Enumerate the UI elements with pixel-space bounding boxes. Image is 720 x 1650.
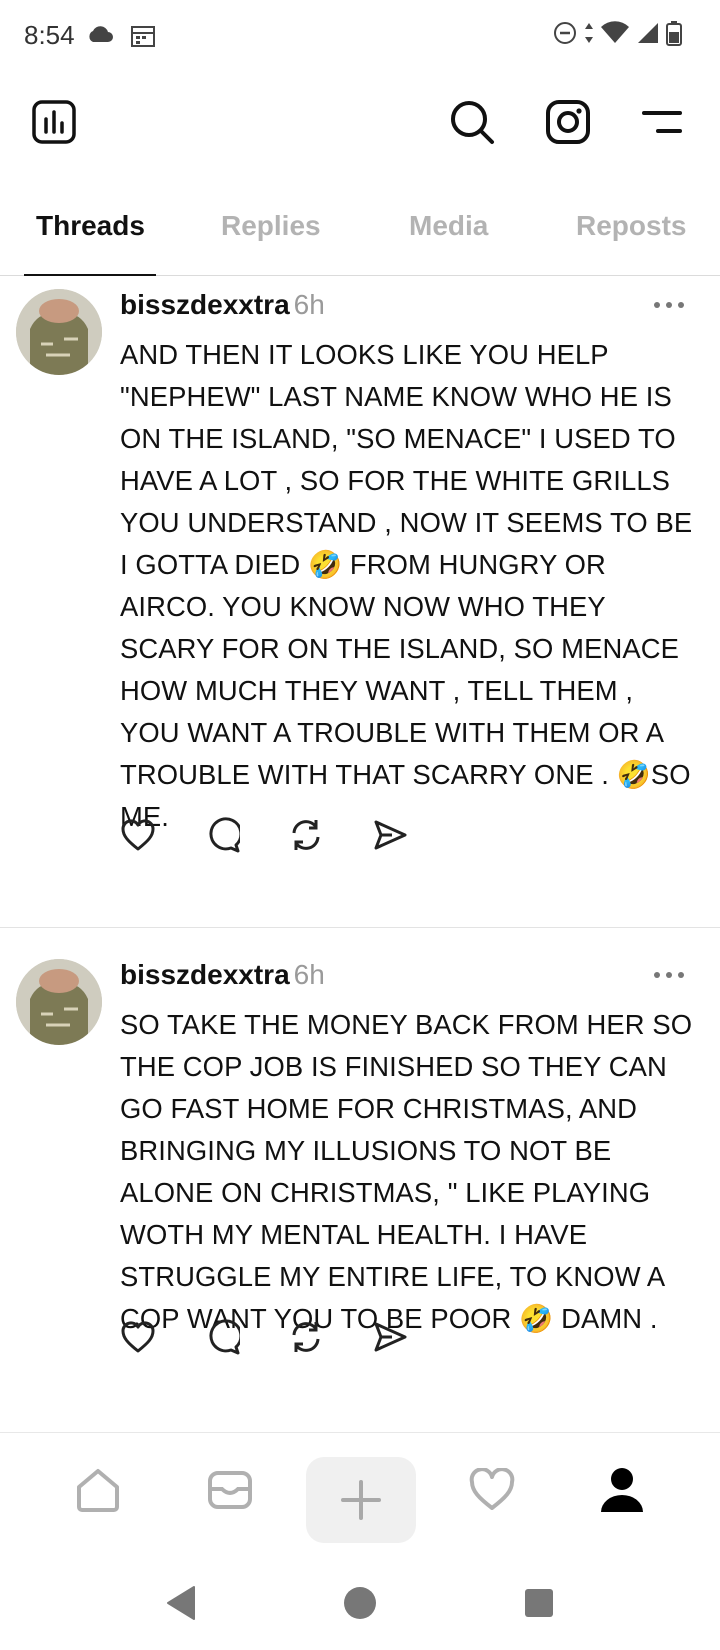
heart-icon[interactable]: [120, 817, 156, 853]
username[interactable]: bisszdexxtra: [120, 959, 290, 990]
activity-icon[interactable]: [452, 1455, 532, 1525]
post-header: bisszdexxtra 6h: [120, 289, 325, 321]
comment-icon[interactable]: [204, 817, 240, 853]
post-divider: [0, 927, 720, 928]
profile-icon[interactable]: [582, 1455, 662, 1525]
thread-post: bisszdexxtra 6h AND THEN IT LOOKS LIKE YO…: [0, 277, 720, 927]
new-thread-icon[interactable]: [306, 1457, 416, 1543]
heart-icon[interactable]: [120, 1319, 156, 1355]
more-options-icon[interactable]: [652, 967, 686, 987]
menu-icon[interactable]: [634, 94, 690, 150]
dnd-icon: [552, 20, 578, 51]
home-icon[interactable]: [58, 1455, 138, 1525]
more-options-icon[interactable]: [652, 297, 686, 317]
profile-tabs: Threads Replies Media Reposts: [0, 196, 720, 276]
data-arrows-icon: [584, 21, 594, 50]
thread-post: bisszdexxtra 6h SO TAKE THE MONEY BACK FR…: [0, 947, 720, 1427]
wifi-icon: [600, 21, 630, 50]
avatar[interactable]: [16, 959, 102, 1045]
system-navigation: [0, 1560, 720, 1650]
instagram-icon[interactable]: [540, 94, 596, 150]
active-tab-indicator: [24, 274, 156, 276]
battery-icon: [666, 20, 682, 51]
search-icon[interactable]: [444, 94, 500, 150]
signal-icon: [636, 21, 660, 50]
tab-media[interactable]: Media: [409, 210, 488, 242]
tab-replies[interactable]: Replies: [221, 210, 321, 242]
repost-icon[interactable]: [288, 1319, 324, 1355]
tab-reposts[interactable]: Reposts: [576, 210, 686, 242]
post-actions: [120, 1319, 408, 1355]
comment-icon[interactable]: [204, 1319, 240, 1355]
inbox-icon[interactable]: [190, 1455, 270, 1525]
share-icon[interactable]: [372, 817, 408, 853]
home-circle-icon[interactable]: [335, 1578, 385, 1628]
repost-icon[interactable]: [288, 817, 324, 853]
share-icon[interactable]: [372, 1319, 408, 1355]
back-icon[interactable]: [156, 1578, 206, 1628]
post-text: SO TAKE THE MONEY BACK FROM HER SO THE C…: [120, 1009, 693, 1334]
insights-icon[interactable]: [26, 94, 82, 150]
status-time: 8:54: [24, 20, 75, 50]
post-text: AND THEN IT LOOKS LIKE YOU HELP "NEPHEW"…: [120, 339, 693, 832]
cloud-icon: [86, 24, 114, 49]
post-time: 6h: [293, 959, 325, 990]
bottom-navigation: [0, 1432, 720, 1543]
calendar-icon: [130, 24, 156, 53]
tab-threads[interactable]: Threads: [36, 210, 145, 242]
recents-icon[interactable]: [514, 1578, 564, 1628]
avatar[interactable]: [16, 289, 102, 375]
post-time: 6h: [293, 289, 325, 320]
post-actions: [120, 817, 408, 853]
post-header: bisszdexxtra 6h: [120, 959, 325, 991]
profile-header: [0, 88, 720, 160]
status-bar: 8:54: [0, 0, 720, 72]
username[interactable]: bisszdexxtra: [120, 289, 290, 320]
